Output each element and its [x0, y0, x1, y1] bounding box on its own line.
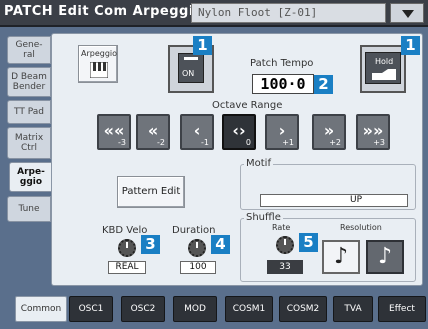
- patch-tempo-value[interactable]: 100·0: [252, 74, 314, 94]
- arpeggio-icon-box: Arpeggio: [78, 45, 118, 83]
- octave-minus-1-button[interactable]: ‹ -1: [180, 114, 214, 150]
- switch-face: ON: [178, 53, 204, 83]
- octave-value: -1: [201, 138, 209, 147]
- kbd-velo-value: REAL: [108, 261, 146, 274]
- callout-4-duration: 4: [211, 235, 230, 254]
- duration-value: 100: [180, 261, 216, 274]
- shuffle-label: Shuffle: [244, 212, 283, 223]
- arpeggio-switch-value: ON: [182, 69, 195, 78]
- callout-1-hold: 1: [401, 36, 420, 55]
- kbd-velo-knob[interactable]: [118, 239, 136, 257]
- chevron-down-icon: [402, 10, 414, 18]
- resolution-eighth-note-button[interactable]: ♪: [366, 240, 404, 274]
- tab-matrix-ctrl[interactable]: Matrix Ctrl: [7, 127, 51, 159]
- hold-face: Hold: [365, 52, 401, 84]
- octave-range-label: Octave Range: [212, 100, 283, 111]
- octave-zero-button[interactable]: ‹› 0: [222, 114, 256, 150]
- octave-plus-2-button[interactable]: » +2: [312, 114, 346, 150]
- octave-plus-1-button[interactable]: › +1: [265, 114, 299, 150]
- resolution-sixteenth-note-button[interactable]: ♪: [322, 240, 360, 274]
- switch-led: [184, 57, 198, 60]
- pedal-icon: [372, 69, 396, 80]
- rate-label: Rate: [272, 223, 291, 232]
- octave-value: +3: [373, 138, 385, 147]
- motif-label: Motif: [244, 158, 273, 169]
- tab-general[interactable]: Gene- ral: [7, 36, 51, 64]
- tab-cosm2[interactable]: COSM2: [279, 296, 327, 322]
- duration-label: Duration: [172, 225, 216, 236]
- duration-knob[interactable]: [188, 239, 206, 257]
- octave-minus-3-button[interactable]: «« -3: [97, 114, 131, 150]
- callout-3-kbd-velo: 3: [141, 235, 160, 254]
- motif-value[interactable]: UP: [260, 194, 408, 207]
- tab-cosm1[interactable]: COSM1: [225, 296, 273, 322]
- octave-value: -3: [118, 138, 126, 147]
- tab-d-beam-bender[interactable]: D Beam Bender: [7, 67, 51, 97]
- rate-value: 33: [267, 260, 303, 274]
- menu-dropdown-button[interactable]: [390, 3, 424, 23]
- tab-tune[interactable]: Tune: [7, 196, 51, 222]
- tab-effect[interactable]: Effect: [378, 296, 426, 322]
- octave-minus-2-button[interactable]: «-2: [136, 114, 170, 150]
- pattern-edit-button[interactable]: Pattern Edit: [117, 176, 185, 208]
- octave-value: 0: [245, 138, 251, 147]
- patch-name-display[interactable]: Nylon Floot [Z-01]: [191, 3, 386, 23]
- patch-tempo-label: Patch Tempo: [250, 58, 314, 69]
- hold-button[interactable]: Hold: [360, 45, 406, 93]
- sixteenth-note-icon: ♪: [333, 244, 349, 269]
- tab-osc2[interactable]: OSC2: [121, 296, 165, 322]
- octave-value: -2: [157, 138, 165, 147]
- rate-knob[interactable]: [276, 236, 294, 254]
- octave-value: +2: [329, 138, 341, 147]
- octave-plus-3-button[interactable]: »» +3: [356, 114, 390, 150]
- callout-1-switch: 1: [193, 36, 212, 55]
- callout-5-shuffle: 5: [299, 233, 318, 252]
- tab-mod[interactable]: MOD: [173, 296, 217, 322]
- tab-tt-pad[interactable]: TT Pad: [7, 100, 51, 124]
- screen-title: PATCH Edit Com Arpeggio: [4, 4, 204, 19]
- tab-common[interactable]: Common: [15, 296, 67, 322]
- callout-2-tempo: 2: [314, 75, 333, 94]
- hold-label: Hold: [375, 57, 394, 66]
- arpeggio-label: Arpeggio: [81, 49, 118, 58]
- eighth-note-icon: ♪: [377, 244, 393, 269]
- octave-value: +1: [282, 138, 294, 147]
- tab-arpeggio[interactable]: Arpe- ggio: [9, 162, 53, 192]
- tab-tva[interactable]: TVA: [333, 296, 373, 322]
- keyboard-icon: [90, 62, 108, 78]
- tab-osc1[interactable]: OSC1: [69, 296, 113, 322]
- resolution-label: Resolution: [340, 223, 382, 232]
